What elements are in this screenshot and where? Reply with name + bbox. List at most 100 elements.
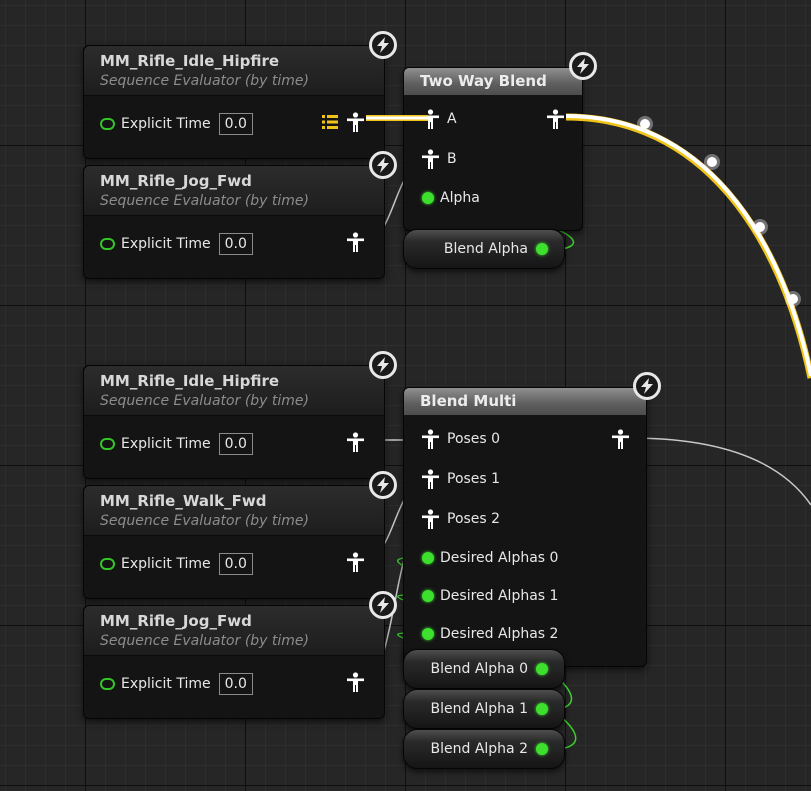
float-pin-icon[interactable] [536, 243, 548, 255]
float-pin-icon[interactable] [536, 743, 548, 755]
pose-output-pin[interactable] [547, 109, 564, 129]
sequence-evaluator-node-4[interactable]: MM_Rifle_Jog_Fwd Sequence Evaluator (by … [83, 605, 385, 719]
blend-multi-node[interactable]: Blend Multi Poses 0 Poses 1 Poses 2 Desi… [403, 387, 647, 667]
pose-input-pin-b[interactable]: B [422, 149, 457, 169]
sequence-evaluator-node-0[interactable]: MM_Rifle_Idle_Hipfire Sequence Evaluator… [83, 45, 385, 159]
sequence-evaluator-node-1[interactable]: MM_Rifle_Jog_Fwd Sequence Evaluator (by … [83, 165, 385, 279]
blend-alpha-1-getter[interactable]: Blend Alpha 1 [403, 689, 565, 729]
pin-label: Alpha [440, 190, 480, 206]
node-header: MM_Rifle_Idle_Hipfire Sequence Evaluator… [84, 366, 384, 416]
explicit-time-value[interactable]: 0.0 [218, 433, 253, 455]
pose-output-pin[interactable] [347, 672, 364, 692]
float-pin-icon[interactable] [100, 438, 115, 450]
pose-figure-icon[interactable] [347, 232, 364, 252]
lightning-bolt-icon [633, 372, 661, 400]
float-pin-icon[interactable] [100, 558, 115, 570]
float-pin-icon[interactable] [422, 590, 434, 602]
node-header: MM_Rifle_Jog_Fwd Sequence Evaluator (by … [84, 166, 384, 216]
desired-alphas-1-pin[interactable]: Desired Alphas 1 [422, 588, 558, 604]
explicit-time-value[interactable]: 0.0 [218, 113, 253, 135]
pose-figure-icon[interactable] [347, 672, 364, 692]
variable-label: Blend Alpha 0 [430, 661, 528, 677]
wire-blend-multi-out [629, 437, 811, 506]
pin-label: Explicit Time [121, 116, 211, 132]
pose-figure-icon[interactable] [422, 429, 439, 449]
pose-input-pin-a[interactable]: A [422, 109, 457, 129]
pose-figure-icon[interactable] [547, 109, 564, 129]
explicit-time-value[interactable]: 0.0 [218, 673, 253, 695]
lightning-bolt-icon [369, 31, 397, 59]
pose-figure-icon[interactable] [422, 469, 439, 489]
sequence-evaluator-node-2[interactable]: MM_Rifle_Idle_Hipfire Sequence Evaluator… [83, 365, 385, 479]
float-pin-icon[interactable] [100, 238, 115, 250]
lightning-bolt-icon [369, 471, 397, 499]
float-pin-icon[interactable] [422, 552, 434, 564]
poses-1-pin[interactable]: Poses 1 [422, 469, 500, 489]
desired-alphas-0-pin[interactable]: Desired Alphas 0 [422, 550, 558, 566]
pin-label: Desired Alphas 1 [440, 588, 559, 604]
node-title: MM_Rifle_Idle_Hipfire [100, 372, 280, 390]
pin-label: Explicit Time [121, 676, 211, 692]
node-subtitle: Sequence Evaluator (by time) [100, 633, 309, 649]
pose-output-pin[interactable] [347, 552, 364, 572]
node-title: MM_Rifle_Idle_Hipfire [100, 52, 280, 70]
explicit-time-pin[interactable]: Explicit Time 0.0 [100, 233, 253, 255]
blend-alpha-getter[interactable]: Blend Alpha [403, 229, 565, 269]
pin-label: Explicit Time [121, 236, 211, 252]
pose-output-pin[interactable] [347, 432, 364, 452]
poses-0-pin[interactable]: Poses 0 [422, 429, 500, 449]
node-title: Blend Multi [404, 388, 646, 415]
lightning-bolt-icon [369, 591, 397, 619]
lightning-bolt-icon [569, 52, 597, 80]
lightning-bolt-icon [369, 151, 397, 179]
node-header: MM_Rifle_Idle_Hipfire Sequence Evaluator… [84, 46, 384, 96]
float-pin-icon[interactable] [536, 703, 548, 715]
pose-figure-icon[interactable] [422, 509, 439, 529]
float-pin-icon[interactable] [100, 678, 115, 690]
node-subtitle: Sequence Evaluator (by time) [100, 393, 309, 409]
blend-alpha-2-getter[interactable]: Blend Alpha 2 [403, 729, 565, 769]
explicit-time-pin[interactable]: Explicit Time 0.0 [100, 433, 253, 455]
pose-output-pin[interactable] [322, 112, 364, 132]
pose-figure-icon[interactable] [422, 149, 439, 169]
blend-alpha-0-getter[interactable]: Blend Alpha 0 [403, 649, 565, 689]
pose-figure-icon[interactable] [422, 109, 439, 129]
variable-label: Blend Alpha 1 [430, 701, 528, 717]
sequence-evaluator-node-3[interactable]: MM_Rifle_Walk_Fwd Sequence Evaluator (by… [83, 485, 385, 599]
pose-output-pin[interactable] [612, 429, 629, 449]
pose-figure-icon[interactable] [612, 429, 629, 449]
node-title: MM_Rifle_Walk_Fwd [100, 492, 267, 510]
explicit-time-pin[interactable]: Explicit Time 0.0 [100, 553, 253, 575]
list-icon [322, 115, 338, 129]
pin-label: Desired Alphas 0 [440, 550, 559, 566]
two-way-blend-node[interactable]: Two Way Blend A B Alpha [403, 67, 583, 231]
explicit-time-pin[interactable]: Explicit Time 0.0 [100, 113, 253, 135]
pose-figure-icon[interactable] [347, 552, 364, 572]
alpha-input-pin[interactable]: Alpha [422, 190, 480, 206]
pose-output-pin[interactable] [347, 232, 364, 252]
float-pin-icon[interactable] [422, 192, 434, 204]
float-pin-icon[interactable] [100, 118, 115, 130]
node-subtitle: Sequence Evaluator (by time) [100, 193, 309, 209]
explicit-time-pin[interactable]: Explicit Time 0.0 [100, 673, 253, 695]
explicit-time-value[interactable]: 0.0 [218, 233, 253, 255]
node-subtitle: Sequence Evaluator (by time) [100, 73, 309, 89]
node-title: MM_Rifle_Jog_Fwd [100, 612, 252, 630]
poses-2-pin[interactable]: Poses 2 [422, 509, 500, 529]
pin-label: B [447, 151, 457, 167]
float-pin-icon[interactable] [422, 628, 434, 640]
desired-alphas-2-pin[interactable]: Desired Alphas 2 [422, 626, 558, 642]
pin-label: Explicit Time [121, 436, 211, 452]
pose-figure-icon[interactable] [347, 432, 364, 452]
node-subtitle: Sequence Evaluator (by time) [100, 513, 309, 529]
pin-label: Explicit Time [121, 556, 211, 572]
node-title: MM_Rifle_Jog_Fwd [100, 172, 252, 190]
pin-label: A [447, 111, 457, 127]
pose-figure-icon[interactable] [347, 112, 364, 132]
pin-label: Poses 2 [447, 511, 501, 527]
float-pin-icon[interactable] [536, 663, 548, 675]
node-header: MM_Rifle_Jog_Fwd Sequence Evaluator (by … [84, 606, 384, 656]
explicit-time-value[interactable]: 0.0 [218, 553, 253, 575]
pin-label: Desired Alphas 2 [440, 626, 559, 642]
pin-label: Poses 1 [447, 471, 501, 487]
